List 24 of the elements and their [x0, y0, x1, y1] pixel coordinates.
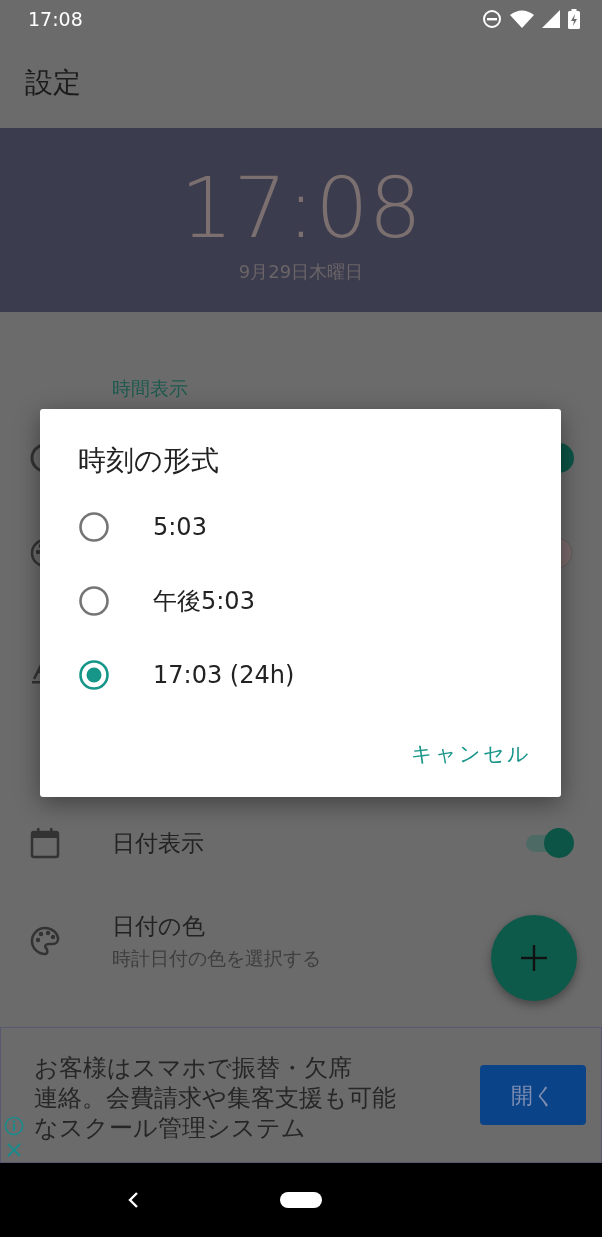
section-header: 時間表示	[112, 377, 188, 399]
home-button[interactable]	[280, 1192, 322, 1208]
radio-option[interactable]: 午後5:03	[78, 576, 255, 626]
clock-time: 17:08	[179, 165, 423, 250]
dialog-title: 時刻の形式	[78, 443, 219, 479]
info-icon[interactable]	[4, 1116, 24, 1136]
add-button[interactable]	[491, 915, 577, 1001]
plus-icon	[521, 945, 547, 971]
radio-option[interactable]: 17:03 (24h)	[78, 650, 295, 700]
cancel-button[interactable]: キャンセル	[411, 739, 531, 771]
setting-title: 日付表示	[112, 828, 204, 858]
ad-text: お客様はスマホで振替・欠席 連絡。会費請求や集客支援も可能 なスクール管理システム	[34, 1053, 396, 1143]
radio-option[interactable]: 5:03	[78, 502, 207, 552]
toggle-switch[interactable]	[524, 826, 574, 860]
do-not-disturb-icon	[482, 9, 502, 29]
screen-title: 設定	[25, 65, 81, 101]
battery-charging-icon	[568, 9, 580, 29]
wifi-icon	[510, 10, 534, 28]
status-time: 17:08	[28, 6, 83, 32]
calendar-icon	[28, 826, 62, 860]
signal-icon	[542, 10, 560, 28]
setting-title: 日付の色	[112, 912, 206, 941]
back-icon[interactable]	[127, 1191, 139, 1209]
close-icon[interactable]	[6, 1142, 22, 1158]
